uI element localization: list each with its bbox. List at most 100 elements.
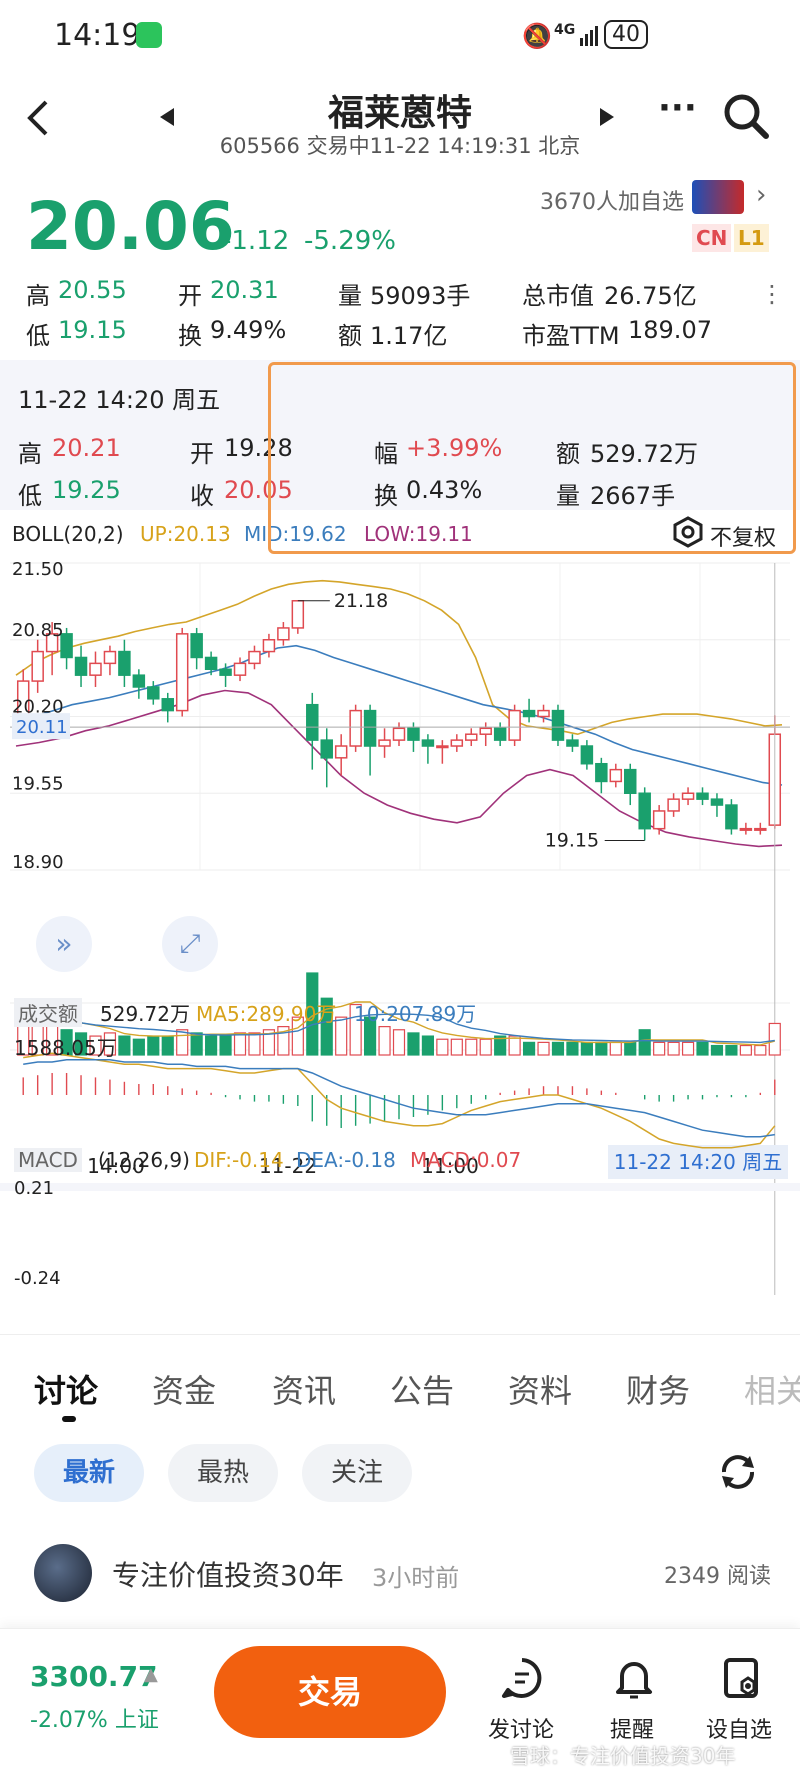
volume-bar [754, 1044, 767, 1056]
high-label: 高 [26, 282, 50, 310]
volume-bar [710, 1044, 724, 1056]
price-change-pct: -5.29% [304, 226, 396, 256]
vertical-more-icon[interactable]: ⋮ [760, 282, 784, 306]
followers-count[interactable]: 3670人加自选 [540, 184, 684, 216]
volume-bar [161, 1035, 174, 1056]
refresh-icon[interactable] [714, 1448, 762, 1500]
macd-section-label: MACD [14, 1148, 82, 1172]
candle-body [277, 627, 290, 641]
index-change[interactable]: -2.07% 上证 [30, 1702, 159, 1734]
candle-body [754, 827, 767, 831]
index-arrow-icon: ▲ [144, 1664, 158, 1685]
y-tick-label: 21.50 [12, 559, 64, 580]
volume-value: 59093手 [370, 282, 471, 310]
detail-high-value: 20.21 [52, 434, 121, 462]
tab-profile[interactable]: 资料 [508, 1366, 572, 1412]
volume-bar [176, 1029, 189, 1056]
candle-body [248, 650, 261, 665]
candle-body [190, 633, 203, 659]
volume-bar [609, 1041, 622, 1056]
tab-announcements[interactable]: 公告 [390, 1366, 454, 1412]
price-change: -1.12 [222, 226, 290, 256]
candle-body [595, 762, 608, 783]
add-watchlist-icon[interactable] [720, 1656, 764, 1704]
candle-body [522, 709, 536, 718]
bell-icon[interactable] [612, 1656, 656, 1704]
candle-body [609, 768, 623, 783]
exchange-logo [692, 180, 744, 214]
volume-bar [378, 1026, 391, 1056]
open-value: 20.31 [210, 276, 279, 304]
volume-bar [580, 1041, 593, 1056]
candle-body [681, 792, 695, 800]
volume-bar [696, 1041, 709, 1056]
discuss-icon[interactable] [500, 1656, 544, 1704]
volume-bar [190, 1032, 203, 1056]
volume-section-label: 成交额 [14, 998, 82, 1027]
kline-chart[interactable]: 21.5020.8520.2019.5518.9020.1121.1819.15… [0, 555, 800, 1310]
search-icon[interactable] [722, 92, 772, 146]
macd-top-label: 0.21 [14, 1178, 55, 1199]
volume-current: 529.72万 [100, 1002, 190, 1026]
volume-bar [638, 1029, 651, 1056]
candle-body [74, 656, 88, 676]
candle-body [465, 733, 478, 741]
mute-bell-icon: 🔕 [522, 22, 552, 50]
amount-value: 1.17亿 [370, 322, 448, 350]
volume-bar [436, 1038, 449, 1056]
candle-body [436, 745, 449, 749]
trade-button[interactable]: 交易 [214, 1646, 446, 1738]
candle-body [638, 792, 651, 830]
battery-icon: 40 [604, 20, 648, 49]
low-label: 低 [26, 322, 50, 350]
chevron-right-icon[interactable]: › [756, 180, 766, 210]
candle-body [132, 674, 146, 688]
macd-bottom-label: -0.24 [14, 1268, 61, 1289]
candle-body [334, 745, 348, 759]
volume-bar [667, 1041, 680, 1056]
volume-bar [335, 1016, 348, 1056]
open-label: 开 [178, 282, 202, 310]
candle-body [363, 709, 377, 747]
candle-body [537, 709, 550, 718]
candle-body [147, 686, 160, 700]
filter-following[interactable]: 关注 [302, 1444, 412, 1502]
candle-body [161, 698, 174, 712]
volume-bar [450, 1038, 463, 1056]
network-label: 4G [554, 22, 576, 38]
cursor-label: 11-22 14:20 周五 [614, 1150, 782, 1174]
macd-params: (12,26,9) [98, 1148, 190, 1172]
post-author[interactable]: 专注价值投资30年 [112, 1554, 344, 1594]
index-value[interactable]: 3300.77 [30, 1660, 158, 1693]
macd-dea: DEA:-0.18 [296, 1148, 396, 1172]
y-tick-label: 20.85 [12, 620, 64, 641]
tab-related[interactable]: 相关 [744, 1366, 800, 1412]
expand-left-icon[interactable]: » [36, 916, 92, 972]
y-tick-label: 18.90 [12, 852, 64, 873]
macd-panel [22, 1052, 776, 1149]
tab-financials[interactable]: 财务 [626, 1366, 690, 1412]
volume-bar [479, 1038, 492, 1056]
mktcap-label: 总市值 [522, 282, 594, 310]
fullscreen-icon[interactable]: ⤢ [162, 916, 218, 972]
filter-hot[interactable]: 最热 [168, 1444, 278, 1502]
avatar[interactable] [34, 1544, 92, 1602]
more-icon[interactable]: ··· [658, 88, 697, 128]
macd-value: MACD:0.07 [410, 1148, 522, 1172]
candles [16, 600, 782, 841]
candle-body [219, 668, 232, 676]
next-stock-icon[interactable] [600, 108, 614, 130]
tab-news[interactable]: 资讯 [272, 1366, 336, 1412]
tab-discuss[interactable]: 讨论 [34, 1366, 98, 1412]
tab-funds[interactable]: 资金 [152, 1366, 216, 1412]
volume-label: 量 [338, 282, 362, 310]
filter-latest[interactable]: 最新 [34, 1444, 144, 1502]
candle-body [89, 662, 102, 676]
section-divider [0, 1183, 800, 1191]
candle-body [696, 792, 709, 800]
wechat-icon [136, 22, 162, 48]
candle-body [233, 662, 247, 676]
boll-up: UP:20.13 [140, 522, 231, 546]
min-price-label: 19.15 [545, 829, 599, 851]
detail-low-label: 低 [18, 482, 42, 510]
